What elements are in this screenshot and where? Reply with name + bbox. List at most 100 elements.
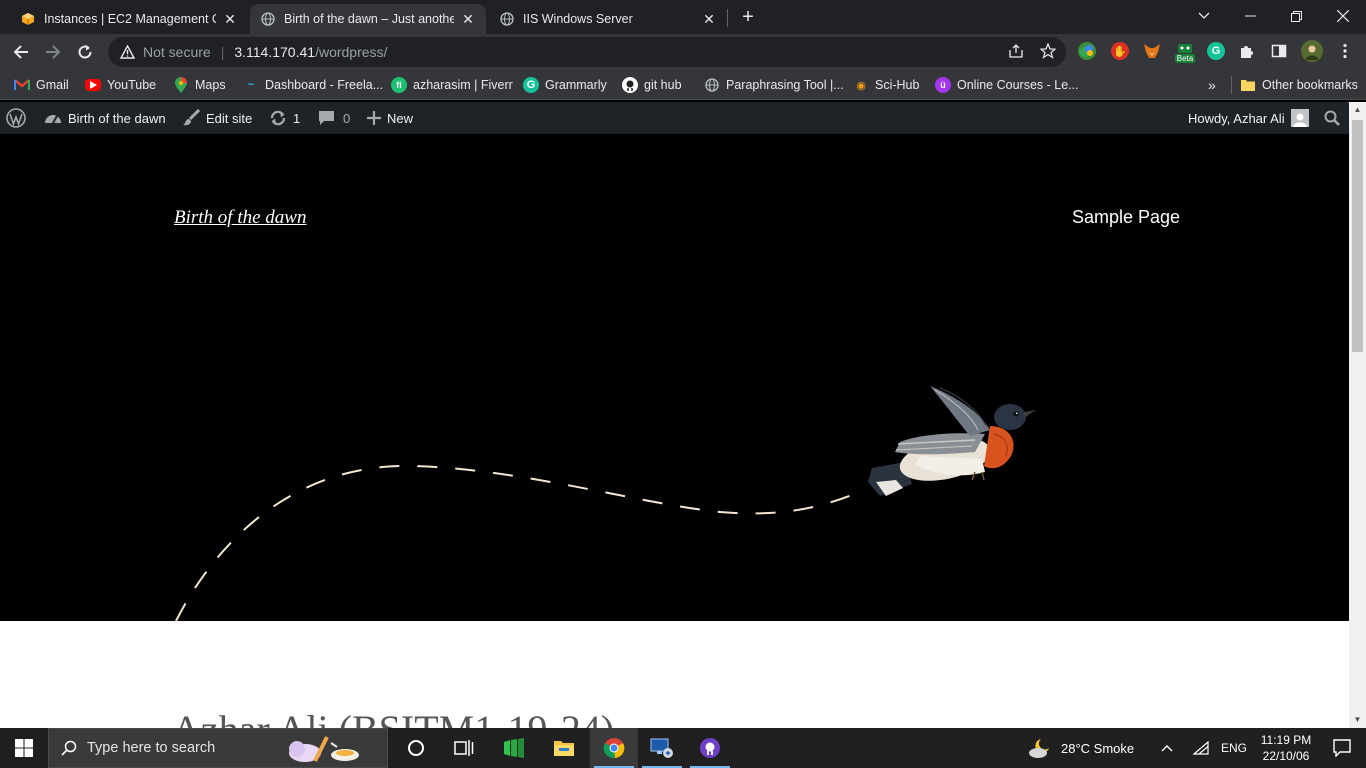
scroll-thumb[interactable]: [1352, 120, 1363, 352]
wp-edit-site-link[interactable]: Edit site: [182, 102, 252, 134]
bookmark-gmail[interactable]: Gmail: [14, 76, 69, 94]
other-bookmarks-folder[interactable]: Other bookmarks: [1240, 76, 1358, 94]
notification-center-button[interactable]: [1318, 728, 1366, 768]
tab-ec2-instances[interactable]: Instances | EC2 Management Console ✕: [10, 4, 248, 34]
scroll-down-arrow[interactable]: ▼: [1349, 712, 1366, 728]
github-desktop-button[interactable]: [686, 728, 734, 768]
kebab-menu-icon[interactable]: [1335, 41, 1355, 61]
bookmark-youtube[interactable]: YouTube: [85, 76, 156, 94]
weather-text[interactable]: 28°C Smoke: [1061, 728, 1134, 768]
wp-updates-link[interactable]: 1: [269, 102, 300, 134]
wp-comments-link[interactable]: 0: [318, 102, 350, 134]
scroll-up-arrow[interactable]: ▲: [1349, 102, 1366, 118]
chrome-taskbar-button[interactable]: [590, 728, 638, 768]
language-indicator[interactable]: ENG: [1221, 728, 1247, 768]
file-explorer-button[interactable]: [540, 728, 588, 768]
back-button[interactable]: [8, 39, 34, 65]
bookmark-label: Grammarly: [545, 78, 607, 92]
search-icon: [61, 740, 77, 756]
hero-illustration: [175, 386, 1036, 621]
forward-button[interactable]: [40, 39, 66, 65]
wifi-icon[interactable]: [1186, 728, 1216, 768]
cortana-button[interactable]: [392, 728, 440, 768]
notification-icon: [1333, 739, 1351, 757]
bookmark-paraphrasing-tool[interactable]: Paraphrasing Tool |...: [704, 76, 844, 94]
bookmark-label: git hub: [644, 78, 682, 92]
restore-button[interactable]: [1273, 0, 1319, 32]
tab-birth-of-the-dawn[interactable]: Birth of the dawn – Just another WordPre…: [250, 4, 486, 34]
close-icon[interactable]: ✕: [701, 11, 717, 28]
reload-button[interactable]: [72, 39, 98, 65]
clock[interactable]: 11:19 PM 22/10/06: [1258, 728, 1314, 768]
wp-new-content-menu[interactable]: New: [367, 102, 413, 134]
arrow-left-icon: [13, 45, 28, 59]
minimize-button[interactable]: [1227, 0, 1273, 32]
bookmark-scihub[interactable]: ◉ Sci-Hub: [853, 76, 919, 94]
bookmark-label: Online Courses - Le...: [957, 78, 1079, 92]
taskbar-search-box[interactable]: Type here to search: [48, 728, 388, 768]
weather-moon-cloud-icon[interactable]: [1018, 728, 1062, 768]
bookmark-udemy[interactable]: ü Online Courses - Le...: [935, 76, 1079, 94]
dashboard-gauge-icon: [44, 110, 62, 126]
warning-triangle-icon[interactable]: [120, 45, 135, 59]
github-desktop-icon: [700, 738, 720, 758]
bookmark-label: YouTube: [107, 78, 157, 92]
bookmark-maps[interactable]: Maps: [173, 76, 226, 94]
close-window-button[interactable]: [1320, 0, 1366, 32]
url-host: 3.114.170.41: [234, 44, 316, 60]
clock-time: 11:19 PM: [1260, 733, 1312, 747]
new-tab-button[interactable]: +: [737, 6, 759, 28]
bookmark-github[interactable]: git hub: [622, 76, 682, 94]
scihub-icon: ◉: [856, 79, 866, 92]
bookmark-fiverr[interactable]: fi azharasim | Fiverr: [391, 76, 513, 94]
tab-strip: Instances | EC2 Management Console ✕ Bir…: [0, 0, 1366, 34]
extension-colorful-icon[interactable]: [1078, 42, 1096, 60]
post-title[interactable]: Azhar Ali (BSITM1-19-24): [172, 706, 614, 728]
remote-desktop-button[interactable]: [638, 728, 686, 768]
url-path: /wordpress/: [315, 44, 388, 60]
bookmark-label: Gmail: [36, 78, 69, 92]
taskbar-app-green-tiles[interactable]: [490, 728, 538, 768]
wp-site-name: Birth of the dawn: [68, 110, 166, 126]
bookmark-label: Paraphrasing Tool |...: [726, 78, 844, 92]
browser-toolbar: Not secure | 3.114.170.41/wordpress/ ✋ B…: [0, 34, 1366, 70]
remote-desktop-icon: [650, 738, 673, 758]
bookmark-grammarly[interactable]: G Grammarly: [523, 76, 607, 94]
metamask-fox-icon[interactable]: [1143, 42, 1161, 60]
extension-hand-icon[interactable]: ✋: [1111, 42, 1129, 60]
extension-beta-icon[interactable]: Beta: [1174, 40, 1196, 64]
side-panel-icon[interactable]: [1269, 41, 1289, 61]
start-button[interactable]: [0, 728, 48, 768]
wp-logo-menu[interactable]: [6, 102, 26, 134]
chevron-down-icon: [1198, 12, 1210, 19]
security-label[interactable]: Not secure: [143, 44, 211, 60]
page-scrollbar[interactable]: ▲ ▼: [1349, 102, 1366, 728]
close-icon[interactable]: ✕: [460, 11, 476, 28]
avatar: [1290, 109, 1309, 127]
wp-new-label: New: [387, 110, 414, 126]
wp-site-name-menu[interactable]: Birth of the dawn: [44, 102, 166, 134]
grammarly-extension-icon[interactable]: G: [1207, 42, 1225, 60]
windows-logo-icon: [15, 739, 33, 757]
bookmark-star-icon[interactable]: [1038, 41, 1058, 61]
more-bookmarks-button[interactable]: »: [1208, 76, 1216, 94]
task-view-button[interactable]: [440, 728, 488, 768]
bookmarks-bar: Gmail YouTube Maps ~ Dashboard - Freela.…: [0, 70, 1366, 100]
aws-box-icon: [20, 11, 36, 27]
chrome-icon: [603, 738, 625, 759]
bookmark-freelancer[interactable]: ~ Dashboard - Freela...: [243, 76, 383, 94]
bookmark-label: Other bookmarks: [1262, 78, 1358, 92]
bookmark-label: azharasim | Fiverr: [413, 78, 513, 92]
address-bar[interactable]: Not secure | 3.114.170.41/wordpress/: [108, 37, 1066, 67]
chevron-up-icon[interactable]: [1152, 728, 1182, 768]
tab-iis-windows-server[interactable]: IIS Windows Server ✕: [489, 4, 727, 34]
wp-my-account-menu[interactable]: Howdy, Azhar Ali: [1188, 102, 1309, 134]
wp-howdy-label: Howdy, Azhar Ali: [1188, 110, 1285, 126]
profile-avatar[interactable]: [1301, 40, 1323, 62]
youtube-icon: [85, 79, 101, 91]
close-icon[interactable]: ✕: [222, 11, 238, 28]
wp-search-button[interactable]: [1324, 102, 1340, 134]
share-icon[interactable]: [1006, 41, 1026, 61]
tab-search-button[interactable]: [1181, 0, 1227, 32]
extensions-puzzle-icon[interactable]: [1237, 41, 1257, 61]
